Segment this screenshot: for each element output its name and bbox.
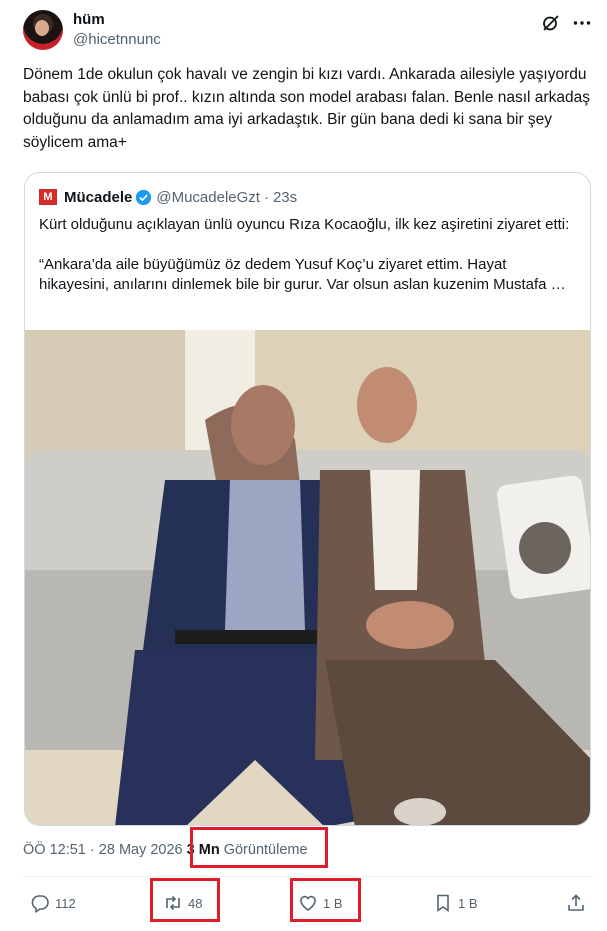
tweet-text: Dönem 1de okulun çok havalı ve zengin bi… bbox=[23, 66, 595, 151]
author-handle[interactable]: @hicetnnunc bbox=[73, 31, 161, 48]
quoted-tweet-text: Kürt olduğunu açıklayan ünlü oyuncu Rıza… bbox=[39, 216, 570, 293]
grok-icon[interactable] bbox=[541, 13, 561, 33]
share-button[interactable] bbox=[566, 892, 591, 914]
quoted-tweet-header: M Mücadele @MucadeleGzt · 23s bbox=[39, 187, 297, 207]
author-name[interactable]: hüm bbox=[73, 11, 105, 28]
quoted-time[interactable]: 23s bbox=[273, 189, 297, 206]
quoted-photo[interactable] bbox=[25, 330, 591, 826]
separator-dot: · bbox=[89, 842, 95, 858]
quoted-tweet[interactable]: M Mücadele @MucadeleGzt · 23s Kürt olduğ… bbox=[24, 172, 591, 826]
reply-button[interactable]: 112 bbox=[30, 892, 76, 914]
reply-icon bbox=[31, 895, 49, 913]
tweet-date[interactable]: 28 May 2026 bbox=[99, 842, 183, 858]
more-icon[interactable] bbox=[572, 13, 592, 33]
bookmark-icon bbox=[437, 894, 449, 913]
mucadele-logo: M bbox=[39, 189, 57, 205]
bookmark-button[interactable]: 1 B bbox=[433, 892, 478, 914]
tweet-time[interactable]: ÖÖ 12:51 bbox=[23, 842, 86, 858]
quoted-author-name[interactable]: Mücadele bbox=[64, 189, 132, 206]
avatar[interactable] bbox=[23, 10, 63, 50]
reply-count: 112 bbox=[55, 895, 76, 911]
separator-dot: · bbox=[263, 188, 269, 206]
share-icon bbox=[568, 894, 584, 911]
verified-icon bbox=[136, 189, 152, 205]
tweet-header: hüm @hicetnnunc bbox=[23, 10, 593, 54]
quoted-author-handle[interactable]: @MucadeleGzt bbox=[156, 189, 260, 206]
highlight-likes bbox=[290, 878, 361, 922]
divider bbox=[23, 876, 593, 877]
bookmark-count: 1 B bbox=[458, 895, 478, 911]
highlight-views bbox=[190, 827, 328, 868]
highlight-reposts bbox=[150, 878, 220, 922]
